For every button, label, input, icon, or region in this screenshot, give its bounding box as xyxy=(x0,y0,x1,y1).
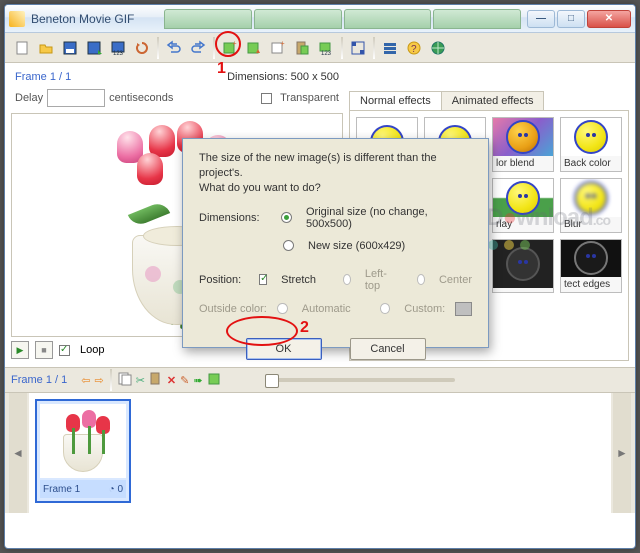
play-button[interactable]: ▶ xyxy=(11,341,29,359)
center-label: Center xyxy=(439,274,472,286)
svg-text:+: + xyxy=(232,40,237,48)
effect-item[interactable]: rlay xyxy=(492,178,554,233)
delay-unit: centiseconds xyxy=(109,92,173,104)
pixel-view-icon[interactable] xyxy=(347,37,369,59)
radio-center xyxy=(417,274,425,285)
delay-label: Delay xyxy=(15,92,43,104)
frame-counter: Frame 1 / 1 xyxy=(15,71,71,83)
effect-item[interactable] xyxy=(492,239,554,294)
stretch-checkbox[interactable] xyxy=(259,274,267,285)
radio-new-label: New size (600x429) xyxy=(308,240,405,252)
radio-automatic xyxy=(277,303,287,314)
frame-delay: 0 xyxy=(117,484,123,495)
new-file-icon[interactable] xyxy=(11,37,33,59)
save-as-icon[interactable] xyxy=(83,37,105,59)
undo-icon[interactable] xyxy=(163,37,185,59)
stop-button[interactable]: ■ xyxy=(35,341,53,359)
radio-custom xyxy=(380,303,390,314)
effect-item[interactable]: lor blend xyxy=(492,117,554,172)
position-field-label: Position: xyxy=(199,274,249,286)
delay-input[interactable] xyxy=(47,89,105,107)
svg-text:123: 123 xyxy=(321,51,332,56)
lefttop-label: Left-top xyxy=(365,268,390,292)
copy-frame-icon[interactable] xyxy=(118,372,132,389)
paste-frame-icon[interactable] xyxy=(291,37,313,59)
frames-strip: ◄ Frame 1 ◔ 0 xyxy=(5,393,635,513)
frames-scroll-right[interactable]: ► xyxy=(613,393,631,513)
close-button[interactable]: ✕ xyxy=(587,10,631,28)
clock-icon: ◔ xyxy=(109,484,115,495)
next-frame-icon[interactable]: ⇨ xyxy=(94,374,103,387)
titlebar: Beneton Movie GIF — □ ✕ xyxy=(5,5,635,33)
delete-frame-icon[interactable]: ✕ xyxy=(167,374,176,387)
svg-text:+: + xyxy=(280,40,285,48)
save-frames-icon[interactable]: 123 xyxy=(107,37,129,59)
ok-button[interactable]: OK xyxy=(246,338,322,360)
effect-item[interactable]: Back color xyxy=(560,117,622,172)
browser-tab[interactable] xyxy=(254,9,342,29)
tab-animated-effects[interactable]: Animated effects xyxy=(441,91,545,111)
automatic-label: Automatic xyxy=(302,303,351,315)
app-icon xyxy=(9,11,25,27)
save-icon[interactable] xyxy=(59,37,81,59)
edit-frame-icon[interactable]: ✎ xyxy=(180,374,189,387)
frames-counter: Frame 1 / 1 xyxy=(11,374,67,386)
add-frame-icon[interactable]: + xyxy=(219,37,241,59)
frame-name: Frame 1 xyxy=(43,484,80,495)
dialog-message: The size of the new image(s) is differen… xyxy=(199,151,472,196)
radio-original-size[interactable] xyxy=(281,212,292,223)
svg-text:123: 123 xyxy=(113,51,124,56)
help-icon[interactable]: ? xyxy=(403,37,425,59)
svg-text:?: ? xyxy=(411,44,417,55)
prev-frame-icon[interactable]: ⇦ xyxy=(81,374,90,387)
cut-frame-icon[interactable]: ✂ xyxy=(136,374,145,387)
web-icon[interactable] xyxy=(427,37,449,59)
dimensions-field-label: Dimensions: xyxy=(199,212,271,224)
cancel-button[interactable]: Cancel xyxy=(350,338,426,360)
tab-normal-effects[interactable]: Normal effects xyxy=(349,91,442,111)
resize-dialog: The size of the new image(s) is differen… xyxy=(182,138,489,348)
frame-thumbnail[interactable]: Frame 1 ◔ 0 xyxy=(35,399,131,503)
browser-tabs xyxy=(164,9,521,29)
loop-checkbox[interactable] xyxy=(59,345,70,356)
add-blank-icon[interactable]: + xyxy=(267,37,289,59)
radio-original-label: Original size (no change, 500x500) xyxy=(306,206,472,230)
reload-icon[interactable] xyxy=(131,37,153,59)
minimize-button[interactable]: — xyxy=(527,10,555,28)
browser-tab[interactable] xyxy=(164,9,252,29)
paste-frame-icon[interactable] xyxy=(149,372,163,389)
effect-item[interactable]: tect edges xyxy=(560,239,622,294)
custom-color-swatch xyxy=(455,302,472,316)
radio-left-top xyxy=(343,274,351,285)
export-frame-icon[interactable] xyxy=(207,372,221,389)
radio-new-size[interactable] xyxy=(283,240,294,251)
app-title: Beneton Movie GIF xyxy=(31,12,164,26)
open-folder-icon[interactable] xyxy=(35,37,57,59)
loop-label: Loop xyxy=(80,344,104,356)
custom-label: Custom: xyxy=(404,303,445,315)
frames-scroll-left[interactable]: ◄ xyxy=(9,393,27,513)
move-frame-icon[interactable]: ➠ xyxy=(193,374,202,387)
dimensions-label: Dimensions: 500 x 500 xyxy=(227,71,339,83)
browser-tab[interactable] xyxy=(344,9,432,29)
main-toolbar: 123 + + 123 ? xyxy=(5,33,635,63)
maximize-button[interactable]: □ xyxy=(557,10,585,28)
outside-field-label: Outside color: xyxy=(199,303,267,315)
zoom-slider[interactable] xyxy=(265,378,455,382)
stretch-label: Stretch xyxy=(281,274,316,286)
browser-tab[interactable] xyxy=(433,9,521,29)
options-icon[interactable] xyxy=(379,37,401,59)
frame-props-icon[interactable]: 123 xyxy=(315,37,337,59)
add-image-icon[interactable] xyxy=(243,37,265,59)
effect-item[interactable]: Blur xyxy=(560,178,622,233)
redo-icon[interactable] xyxy=(187,37,209,59)
transparent-label: Transparent xyxy=(280,92,339,104)
transparent-checkbox[interactable] xyxy=(261,93,272,104)
